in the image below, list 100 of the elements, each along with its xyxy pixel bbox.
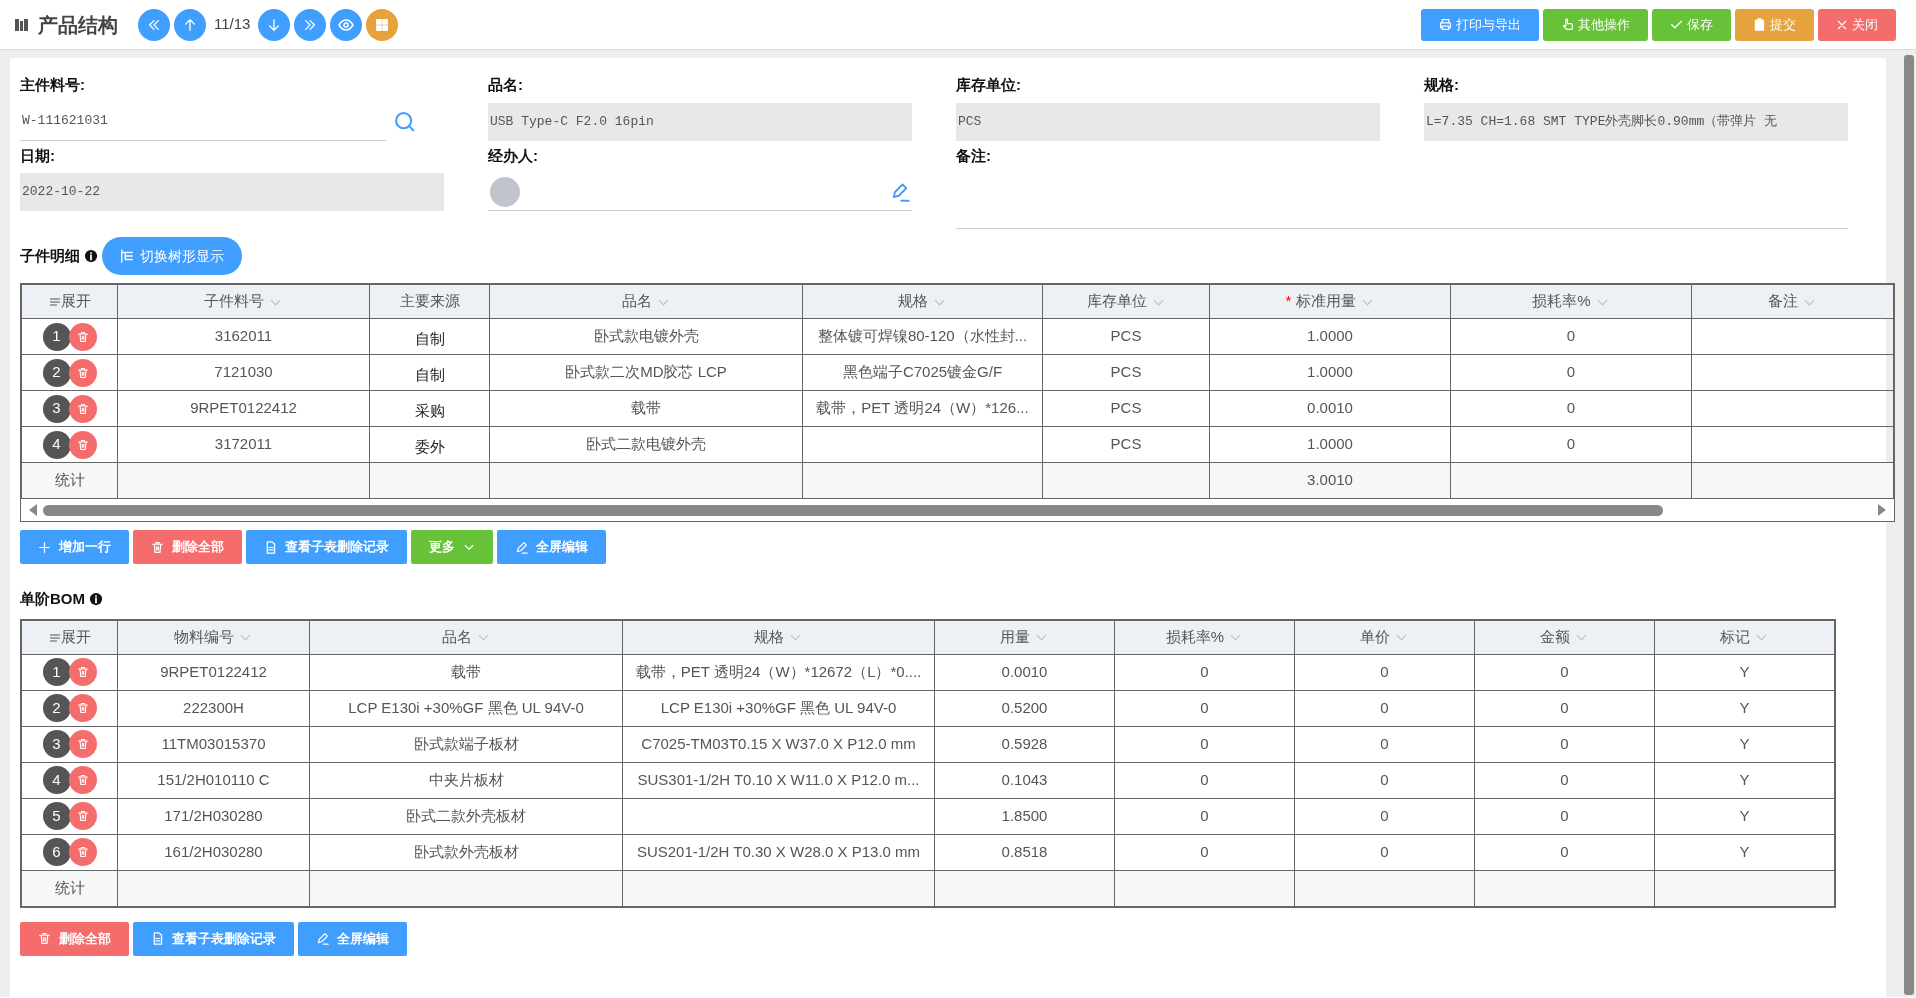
table-cell: Y (1654, 834, 1835, 870)
delete-row-button[interactable] (68, 658, 97, 686)
table-cell: PCS (1042, 354, 1210, 391)
delete-row-button[interactable] (68, 802, 97, 830)
table-cell: 151/2H010110 C (117, 762, 310, 798)
trash-icon (151, 540, 164, 554)
trash-icon (76, 702, 89, 714)
table-cell: 0 (1474, 798, 1655, 834)
delete-row-button[interactable] (68, 430, 97, 459)
trash-icon (76, 810, 89, 822)
eye-icon (338, 16, 355, 33)
field-label: 品名: (488, 75, 524, 95)
column-header[interactable]: 品名 (621, 292, 671, 310)
trash-icon (76, 738, 89, 750)
table-cell: 0 (1114, 762, 1295, 798)
table-cell: 0 (1114, 690, 1295, 726)
column-header[interactable]: 品名 (441, 627, 491, 645)
clipboard-icon (1753, 18, 1766, 31)
down-arrow-icon (267, 17, 282, 32)
vertical-scrollbar[interactable] (1904, 55, 1914, 995)
table-cell: 载带 (489, 390, 803, 427)
table-cell: 0 (1450, 354, 1692, 391)
table-cell: PCS (1042, 426, 1210, 463)
table-cell: 171/2H030280 (117, 798, 310, 834)
readonly-field: PCS (956, 102, 1380, 141)
column-header[interactable]: 标准用量 (1295, 292, 1375, 310)
delete-row-button[interactable] (68, 766, 97, 794)
column-header[interactable]: 金额 (1540, 627, 1589, 645)
delete-row-button[interactable] (68, 394, 97, 423)
table-cell: 222300H (117, 690, 310, 726)
tree-icon (120, 249, 134, 263)
column-header: 主要来源 (399, 292, 460, 310)
column-header: 展开 (60, 292, 91, 310)
readonly-field: USB Type-C F2.0 16pin (488, 102, 912, 141)
table-cell: 载带 (309, 654, 623, 690)
document-icon (264, 540, 277, 554)
column-header: 展开 (60, 627, 91, 645)
list-icon (48, 296, 61, 309)
column-header[interactable]: 标记 (1720, 627, 1769, 645)
section-title: 子件明细 (20, 245, 80, 266)
table-cell: 1.8500 (934, 798, 1115, 834)
table-cell: 0 (1474, 762, 1655, 798)
prev-button[interactable] (174, 8, 206, 41)
trash-icon (76, 666, 89, 678)
row-number: 4 (42, 766, 71, 794)
table-cell: SUS301-1/2H T0.10 X W11.0 X P12.0 m... (622, 762, 935, 798)
pointing-hand-icon (1561, 18, 1574, 31)
table-cell: 自制 (369, 318, 490, 355)
table-cell: 3172011 (117, 426, 370, 463)
column-header[interactable]: 用量 (1000, 627, 1049, 645)
column-header[interactable]: 子件料号 (204, 292, 283, 310)
row-number: 2 (42, 694, 71, 722)
input-field[interactable]: W-111621031 (20, 102, 386, 141)
first-button[interactable] (138, 8, 170, 41)
table-cell: Y (1654, 762, 1835, 798)
table-cell: 0 (1474, 834, 1655, 870)
table-cell: 1.0000 (1209, 318, 1451, 355)
delete-row-button[interactable] (68, 322, 97, 351)
row-number: 1 (42, 658, 71, 686)
table-cell: 0 (1294, 834, 1475, 870)
row-number: 1 (42, 322, 71, 351)
table-cell: 卧式款端子板材 (309, 726, 623, 762)
search-icon (394, 110, 416, 133)
table-cell: 0.0010 (934, 654, 1115, 690)
column-header[interactable]: 单价 (1360, 627, 1409, 645)
delete-row-button[interactable] (68, 358, 97, 387)
column-header[interactable]: 规格 (898, 292, 947, 310)
plus-icon (38, 540, 51, 554)
trash-icon (76, 402, 89, 415)
next-button[interactable] (258, 8, 291, 41)
delete-row-button[interactable] (68, 838, 97, 866)
table-cell: 0 (1474, 654, 1655, 690)
table-cell: 161/2H030280 (117, 834, 310, 870)
table-cell: 0.5200 (934, 690, 1115, 726)
table-cell: SUS201-1/2H T0.30 X W28.0 X P13.0 mm (622, 834, 935, 870)
row-number: 3 (42, 394, 71, 423)
info-icon (89, 592, 103, 607)
column-header[interactable]: 规格 (754, 627, 803, 645)
table-cell: 采购 (369, 390, 490, 427)
table-cell: 0 (1450, 318, 1692, 355)
info-icon (84, 249, 98, 263)
table-cell: 9RPET0122412 (117, 654, 310, 690)
row-number: 3 (42, 730, 71, 758)
trash-icon (76, 846, 89, 858)
view-button[interactable] (330, 8, 363, 41)
table-cell: 自制 (369, 354, 490, 391)
check-icon (1670, 18, 1683, 31)
delete-row-button[interactable] (68, 730, 97, 758)
table-cell: 统计 (21, 462, 118, 499)
table-cell: C7025-TM03T0.15 X W37.0 X P12.0 mm (622, 726, 935, 762)
column-header[interactable]: 损耗率% (1532, 292, 1610, 310)
row-number: 6 (42, 838, 71, 866)
table-cell: Y (1654, 798, 1835, 834)
double-right-chevron-icon (303, 17, 318, 32)
table-cell: 0 (1114, 834, 1295, 870)
column-header[interactable]: 备注 (1768, 292, 1817, 310)
last-button[interactable] (294, 8, 327, 41)
double-left-chevron-icon (147, 17, 161, 32)
table-cell: 0 (1450, 390, 1692, 427)
delete-row-button[interactable] (68, 694, 97, 722)
